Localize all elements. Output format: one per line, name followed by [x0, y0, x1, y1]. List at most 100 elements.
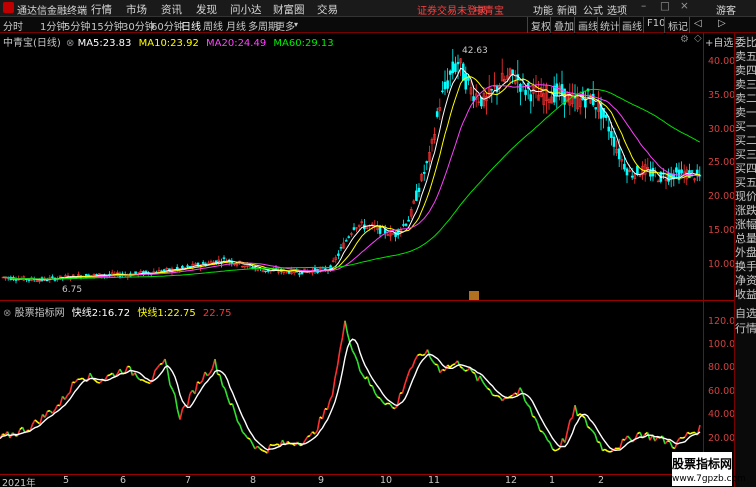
menu-item-hangqing[interactable]: 行情	[91, 2, 112, 17]
fast1-segment	[259, 448, 263, 452]
rp-weibi[interactable]: 委比	[735, 36, 756, 50]
fast1-segment	[169, 384, 174, 390]
candle-body	[201, 262, 205, 264]
period-weekly[interactable]: 周线	[203, 18, 223, 33]
period-monthly[interactable]: 月线	[226, 18, 246, 33]
candlestick-chart[interactable]: 42.63 6.75	[0, 33, 703, 300]
period-multi[interactable]: 多周期	[248, 18, 278, 33]
date-label: 2	[598, 475, 605, 486]
close-icon[interactable]: ×	[680, 0, 689, 12]
fast1-segment	[594, 433, 599, 443]
fast1-segment	[484, 384, 489, 389]
menu-item-xinwen[interactable]: 新闻	[557, 2, 577, 17]
btn-huaxian1[interactable]: 画线	[578, 18, 598, 33]
indicator-chart[interactable]	[0, 301, 703, 474]
fast1-segment	[461, 367, 466, 372]
menu-item-jiaoyi[interactable]: 交易	[317, 2, 338, 17]
btn-diejia[interactable]: 叠加	[554, 18, 574, 33]
rp-earnings[interactable]: 收益	[735, 288, 756, 302]
indicator-tick-label: 40.00	[708, 409, 736, 420]
period-1min[interactable]: 1分钟	[40, 18, 66, 33]
add-watchlist-button[interactable]: +自选	[705, 34, 733, 49]
fast1-segment	[221, 385, 226, 390]
fast1-segment	[664, 440, 669, 445]
period-more[interactable]: 更多	[275, 18, 295, 33]
candle-body	[461, 63, 465, 81]
menu-item-gongneng[interactable]: 功能	[533, 2, 553, 17]
menu-item-xuanxiang[interactable]: 选项	[607, 2, 627, 17]
rp-buy5[interactable]: 买五	[735, 176, 756, 190]
fast1-segment	[381, 401, 386, 406]
fast1-segment	[584, 417, 589, 427]
fast1-segment	[569, 416, 574, 421]
fast1-segment	[459, 365, 463, 369]
period-30min[interactable]: 30分钟	[122, 18, 155, 33]
rp-buy1[interactable]: 买一	[735, 120, 756, 134]
candle-body	[425, 161, 429, 164]
period-60min[interactable]: 60分钟	[151, 18, 184, 33]
user-guest[interactable]: 游客	[716, 2, 736, 17]
fast1-segment	[236, 420, 241, 426]
fast1-segment	[199, 380, 204, 385]
candle-body	[298, 273, 301, 275]
candle-body	[51, 276, 54, 278]
ma20-line	[2, 84, 700, 280]
candle-body	[524, 89, 527, 95]
period-daily[interactable]: 日线	[181, 18, 201, 33]
menu-item-zixun[interactable]: 资讯	[161, 2, 182, 17]
btn-f10[interactable]: F10	[647, 18, 665, 29]
fast1-segment	[234, 412, 239, 422]
rp-price[interactable]: 现价	[735, 190, 756, 204]
fast1-segment	[104, 375, 109, 381]
rp-turnover[interactable]: 换手	[735, 260, 756, 274]
fast1-segment	[366, 376, 371, 386]
rp-netasset[interactable]: 净资	[735, 274, 756, 288]
menu-item-faxian[interactable]: 发现	[196, 2, 217, 17]
date-label: 12	[505, 475, 518, 486]
fast1-segment	[489, 389, 494, 396]
fast1-segment	[269, 443, 273, 447]
rp-buy2[interactable]: 买二	[735, 134, 756, 148]
rp-sell3[interactable]: 卖三	[735, 78, 756, 92]
fast1-segment	[422, 353, 426, 357]
candle-body	[448, 70, 452, 75]
minimize-icon[interactable]: –	[641, 0, 646, 12]
candle-body	[435, 111, 439, 117]
maximize-icon[interactable]: □	[660, 0, 670, 12]
chevron-down-icon[interactable]: ▾	[294, 20, 298, 29]
rp-watchlist[interactable]: 自选	[735, 307, 756, 321]
rp-buy3[interactable]: 买三	[735, 148, 756, 162]
menu-item-caifuquan[interactable]: 财富圈	[273, 2, 305, 17]
rp-pct[interactable]: 涨幅	[735, 218, 756, 232]
rp-sell2[interactable]: 卖二	[735, 92, 756, 106]
fast1-segment	[241, 431, 246, 436]
btn-tongji[interactable]: 统计	[600, 18, 620, 33]
candle-body	[454, 63, 457, 72]
candle-body	[529, 94, 533, 102]
btn-huaxian2[interactable]: 画线	[622, 18, 642, 33]
rp-quotes[interactable]: 行情	[735, 322, 756, 336]
rp-sell1[interactable]: 卖一	[735, 106, 756, 120]
arrow-right-icon[interactable]: ▷	[718, 18, 726, 29]
candle-body	[181, 265, 184, 269]
fast1-segment	[646, 432, 651, 441]
period-15min[interactable]: 15分钟	[91, 18, 124, 33]
fast1-segment	[44, 410, 49, 418]
period-5min[interactable]: 5分钟	[64, 18, 90, 33]
rp-sell5[interactable]: 卖五	[735, 50, 756, 64]
menu-item-gongshi[interactable]: 公式	[583, 2, 603, 17]
rp-volume[interactable]: 总量	[735, 232, 756, 246]
ma5-line	[2, 67, 701, 281]
menu-item-wenxiaoda[interactable]: 问小达	[230, 2, 262, 17]
arrow-left-icon[interactable]: ◁	[694, 18, 702, 29]
btn-fuquan[interactable]: 复权	[531, 18, 551, 33]
rp-change[interactable]: 涨跌	[735, 204, 756, 218]
rp-outer[interactable]: 外盘	[735, 246, 756, 260]
rp-buy4[interactable]: 买四	[735, 162, 756, 176]
period-fenshi[interactable]: 分时	[3, 18, 23, 33]
fast1-segment	[414, 355, 419, 361]
fast1-segment	[239, 424, 244, 433]
rp-sell4[interactable]: 卖四	[735, 64, 756, 78]
btn-biaoji[interactable]: 标记	[668, 18, 688, 33]
menu-item-shichang[interactable]: 市场	[126, 2, 147, 17]
